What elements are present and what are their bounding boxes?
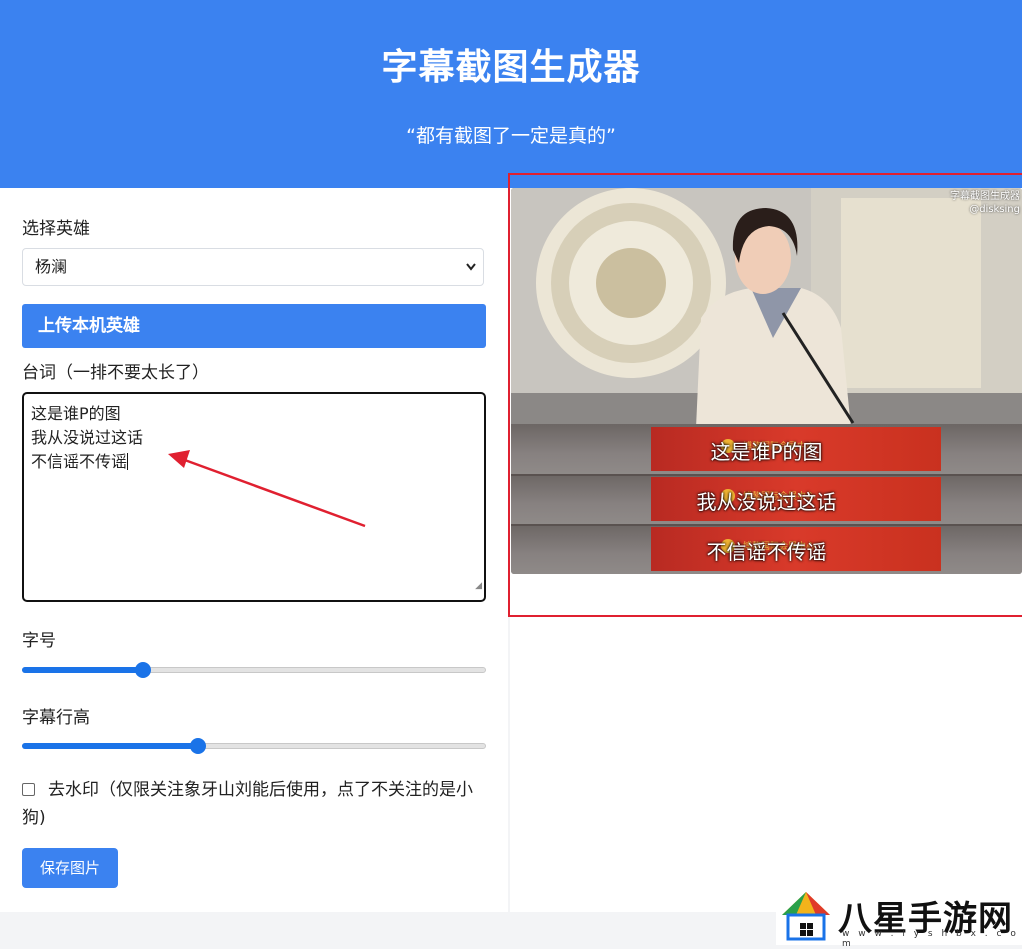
slider-fill	[22, 743, 199, 749]
text-caret	[127, 453, 129, 470]
remove-watermark-label: 去水印（仅限关注象牙山刘能后使用，点了不关注的是小狗)	[22, 780, 473, 828]
hero-select-value: 杨澜	[35, 257, 68, 276]
slider-thumb[interactable]	[134, 662, 151, 678]
line-height-slider[interactable]	[22, 738, 486, 754]
resize-handle-icon[interactable]: ◢	[475, 574, 482, 598]
font-size-slider[interactable]	[22, 662, 486, 678]
page-subtitle: “都有截图了一定是真的”	[406, 125, 616, 147]
line-1: 这是谁P的图	[31, 404, 121, 423]
site-logo-icon	[782, 892, 830, 941]
app-header: 字幕截图生成器 “都有截图了一定是真的”	[0, 0, 1022, 188]
lines-label: 台词（一排不要太长了）	[22, 363, 209, 383]
hero-select-label: 选择英雄	[22, 219, 90, 239]
slider-fill	[22, 667, 143, 673]
hero-select[interactable]: 杨澜	[22, 248, 484, 286]
site-url: w w w . l y s h b x . c o m	[842, 929, 1019, 949]
lines-textarea[interactable]: 这是谁P的图 我从没说过这话 不信谣不传谣 ◢	[22, 392, 486, 602]
line-2: 我从没说过这话	[31, 428, 144, 447]
font-size-label: 字号	[22, 631, 56, 651]
slider-thumb[interactable]	[190, 738, 207, 754]
chevron-down-icon	[465, 249, 477, 299]
site-badge: 八星手游网 w w w . l y s h b x . c o m	[776, 885, 1022, 949]
settings-panel: 选择英雄 杨澜 上传本机英雄 台词（一排不要太长了） 这是谁P的图 我从没说过这…	[0, 188, 508, 912]
line-height-label: 字幕行高	[22, 708, 90, 728]
upload-hero-button[interactable]: 上传本机英雄	[22, 304, 486, 348]
annotation-highlight-box	[508, 173, 1022, 617]
page-title: 字幕截图生成器	[381, 47, 641, 88]
remove-watermark-checkbox[interactable]	[22, 783, 35, 796]
line-3: 不信谣不传谣	[31, 452, 128, 471]
save-image-button[interactable]: 保存图片	[22, 848, 118, 888]
